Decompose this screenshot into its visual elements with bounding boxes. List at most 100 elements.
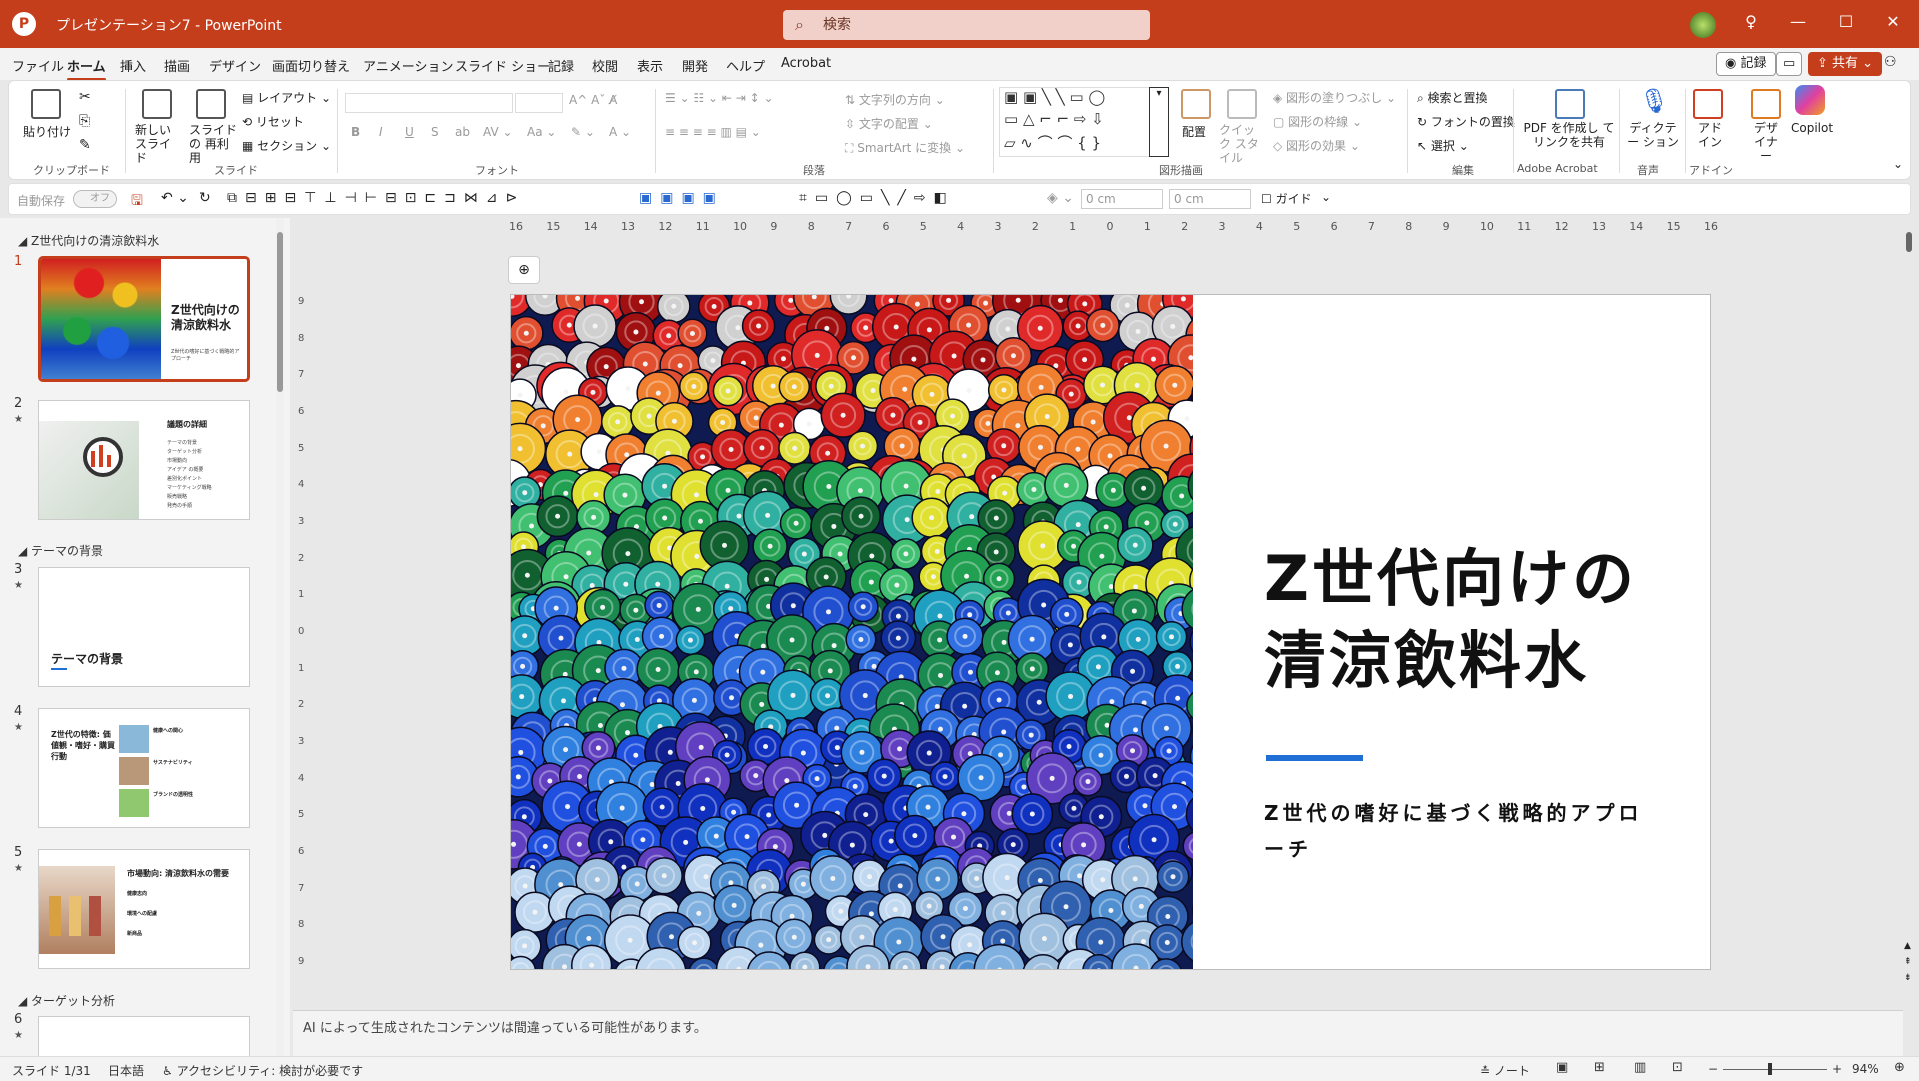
shapes-more-icon[interactable]: ▾ <box>1149 87 1169 157</box>
slide-title[interactable]: Z世代向けの 清涼飲料水 <box>1264 538 1637 702</box>
text-direction-button[interactable]: ⇅ 文字列の方向 ⌄ <box>845 91 945 108</box>
save-icon[interactable]: 🖫 <box>131 190 143 214</box>
maximize-icon[interactable]: ☐ <box>1833 12 1859 31</box>
increase-font-icon[interactable]: A^ Aˇ A̸ <box>569 93 617 107</box>
designer-button[interactable]: デザ イナー <box>1751 121 1781 163</box>
slide-thumbnail-2[interactable]: 議題の詳細 テーマの背景 ターゲット分析 市場動向 アイデア の概要 差別化ポイ… <box>38 400 250 520</box>
language-status[interactable]: 日本語 <box>108 1062 144 1079</box>
reading-view-icon[interactable]: ▥ <box>1634 1060 1646 1075</box>
copilot-button[interactable]: Copilot <box>1791 121 1833 135</box>
shape-outline-button[interactable]: ▢ 図形の枠線 ⌄ <box>1273 113 1362 130</box>
align-text-button[interactable]: ⇳ 文字の配置 ⌄ <box>845 115 933 132</box>
normal-view-icon[interactable]: ▣ <box>1556 1060 1568 1075</box>
accessibility-status[interactable]: ♿ アクセシビリティ: 検討が必要です <box>162 1062 363 1079</box>
autosave-toggle[interactable]: オフ <box>73 190 117 208</box>
strikethrough-icon[interactable]: ab <box>455 125 470 139</box>
font-name-field[interactable] <box>345 93 513 113</box>
shadow-icon[interactable]: S <box>431 125 439 139</box>
fit-to-window-icon[interactable]: ⊕ <box>1894 1060 1905 1075</box>
replace-font-button[interactable]: ↻ フォントの置換 <box>1417 113 1515 130</box>
qat-insert-icons[interactable]: ▣▣▣▣ <box>639 190 724 206</box>
quick-styles-icon[interactable] <box>1227 89 1257 119</box>
addins-button[interactable]: アド イン <box>1695 121 1725 149</box>
designer-icon[interactable] <box>1751 89 1781 119</box>
pdf-link-icon[interactable] <box>1555 89 1585 119</box>
copilot-slide-icon[interactable]: ⊕ <box>508 256 540 284</box>
close-icon[interactable]: ✕ <box>1880 12 1906 31</box>
tab-acrobat[interactable]: Acrobat <box>781 56 831 71</box>
bullets-icon[interactable]: ☰ ⌄ ☷ ⌄ ⇤ ⇥ ↕ ⌄ <box>665 91 774 105</box>
page-nav-icons[interactable]: ▲ ⇞ ⇟ <box>1904 938 1912 986</box>
zoom-level[interactable]: 94% <box>1852 1062 1879 1076</box>
zoom-slider-thumb[interactable] <box>1768 1063 1772 1075</box>
section-header[interactable]: ◢ ターゲット分析 <box>18 992 115 1009</box>
undo-icon[interactable]: ↶ ⌄ <box>161 190 189 206</box>
freeform-shape-icon[interactable]: ▱ ∿ ⌒ ⌒ { } <box>1004 132 1101 153</box>
thumbnail-scrollbar[interactable] <box>276 218 284 1056</box>
tab-home[interactable]: ホーム <box>67 56 106 81</box>
format-painter-icon[interactable]: ✎ <box>79 137 91 153</box>
reuse-slides-button[interactable]: スライドの 再利用 <box>189 123 237 165</box>
scrollbar-thumb[interactable] <box>1906 232 1912 252</box>
shape-fill-button[interactable]: ◈ 図形の塗りつぶし ⌄ <box>1273 89 1396 106</box>
guide-checkbox[interactable]: ☐ ガイド <box>1261 190 1312 207</box>
slide-photo[interactable] <box>511 295 1193 969</box>
paste-icon[interactable] <box>31 89 61 119</box>
find-replace-button[interactable]: ⌕ 検索と置換 <box>1417 89 1488 106</box>
spacing-icon[interactable]: AV ⌄ <box>483 125 513 139</box>
reset-button[interactable]: ⟲ リセット <box>242 113 304 130</box>
slide-subtitle[interactable]: Z世代の嗜好に基づく戦略的アプローチ <box>1264 795 1664 867</box>
collapse-ribbon-icon[interactable]: ⌄ <box>1893 157 1903 171</box>
user-avatar[interactable] <box>1690 12 1716 38</box>
tab-insert[interactable]: 挿入 <box>120 56 146 75</box>
comments-button[interactable]: ▭ <box>1776 52 1803 76</box>
slideshow-icon[interactable]: ⊡ <box>1672 1060 1683 1075</box>
font-size-field[interactable] <box>515 93 563 113</box>
tab-help[interactable]: ヘルプ <box>726 56 765 75</box>
zoom-out-icon[interactable]: − <box>1708 1062 1718 1076</box>
reuse-slides-icon[interactable] <box>196 89 226 119</box>
slide-thumbnail-5[interactable]: 市場動向: 清涼飲料水の需要 健康志向 環境への配慮 新商品 <box>38 849 250 969</box>
search-box[interactable]: ⌕ 検索 <box>783 10 1150 40</box>
slide-thumbnail-3[interactable]: テーマの背景 <box>38 567 250 687</box>
arrange-icon[interactable] <box>1181 89 1211 119</box>
slide-thumbnail-6[interactable] <box>38 1016 250 1056</box>
align-icons[interactable]: ≡ ≡ ≡ ≡ ▥ ▤ ⌄ <box>665 125 761 139</box>
new-slide-button[interactable]: 新しい スライド <box>135 123 179 165</box>
tab-review[interactable]: 校閲 <box>592 56 618 75</box>
share-button[interactable]: ⇪ 共有 ⌄ <box>1808 52 1883 76</box>
arrange-button[interactable]: 配置 <box>1182 123 1206 140</box>
zoom-in-icon[interactable]: + <box>1832 1062 1842 1076</box>
scrollbar-thumb[interactable] <box>277 232 283 392</box>
create-pdf-button[interactable]: PDF を作成し てリンクを共有 <box>1523 121 1615 149</box>
highlight-icon[interactable]: ✎ ⌄ <box>571 125 595 139</box>
notes-pane[interactable]: AI によって生成されたコンテンツは間違っている可能性があります。 <box>293 1010 1903 1056</box>
shape-effects-button[interactable]: ◇ 図形の効果 ⌄ <box>1273 137 1360 154</box>
smartart-button[interactable]: ⛶ SmartArt に変換 ⌄ <box>845 139 965 156</box>
tab-record[interactable]: 記録 <box>548 56 574 75</box>
effects-qat-icon[interactable]: ◈ ⌄ <box>1047 190 1074 206</box>
shape-height-field[interactable]: 0 cm <box>1081 189 1163 209</box>
copy-icon[interactable]: ⎘ <box>79 113 90 129</box>
textbox-shape-icon[interactable]: ▣ ▣ ╲ ╲ ▭ ◯ <box>1004 88 1105 106</box>
slide-sorter-icon[interactable]: ⊞ <box>1594 1060 1605 1075</box>
cut-icon[interactable]: ✂ <box>79 89 91 105</box>
microphone-icon[interactable]: 🎙 <box>1639 87 1669 115</box>
quick-styles-button[interactable]: クイック スタイル <box>1219 123 1263 165</box>
tab-draw[interactable]: 描画 <box>164 56 190 75</box>
rect-shape-icon[interactable]: ▭ △ ⌐ ⌐ ⇨ ⇩ <box>1004 110 1104 128</box>
redo-icon[interactable]: ↻ <box>199 190 211 206</box>
tab-slideshow[interactable]: スライド ショー <box>455 56 550 75</box>
tab-transitions[interactable]: 画面切り替え <box>272 56 350 75</box>
editor-scrollbar[interactable]: ▲ ⇞ ⇟ <box>1904 218 1916 1008</box>
copilot-icon[interactable] <box>1795 85 1825 115</box>
section-button[interactable]: ▦ セクション ⌄ <box>242 137 331 154</box>
addins-icon[interactable] <box>1693 89 1723 119</box>
tab-design[interactable]: デザイン <box>209 56 261 75</box>
italic-icon[interactable]: I <box>379 125 383 139</box>
shape-width-field[interactable]: 0 cm <box>1169 189 1251 209</box>
slide-thumbnail-1[interactable]: Z世代向けの 清涼飲料水 Z世代の嗜好に基づく戦略的アプローチ <box>38 256 250 382</box>
section-header[interactable]: ◢ テーマの背景 <box>18 542 103 559</box>
paste-button[interactable]: 貼り付け <box>23 123 71 140</box>
change-case-icon[interactable]: Aa ⌄ <box>527 125 556 139</box>
